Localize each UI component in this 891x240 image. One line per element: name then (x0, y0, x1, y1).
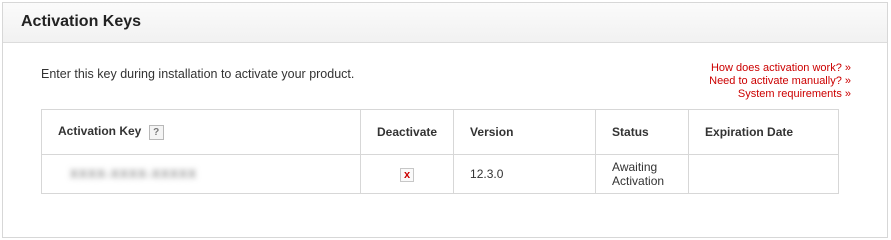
status-value: Awaiting Activation (612, 160, 665, 188)
how-activation-works-link[interactable]: How does activation work? » (709, 62, 851, 75)
activation-key-cell: XXXX-XXXX-XXXXX (41, 154, 361, 194)
version-cell: 12.3.0 (453, 154, 597, 194)
activation-keys-table: Activation Key ? Deactivate Version Stat… (41, 109, 839, 194)
expiration-date-cell (688, 154, 839, 194)
table-header-row: Activation Key ? Deactivate Version Stat… (41, 109, 839, 155)
intro-text: Enter this key during installation to ac… (41, 67, 355, 81)
deactivate-button[interactable]: x (400, 167, 415, 182)
column-header-deactivate: Deactivate (359, 109, 455, 155)
panel-header: Activation Keys (3, 3, 887, 43)
help-links: How does activation work? » Need to acti… (709, 62, 851, 101)
column-header-activation-key: Activation Key ? (41, 109, 361, 155)
activate-manually-link[interactable]: Need to activate manually? » (709, 75, 851, 88)
panel-title: Activation Keys (21, 13, 142, 30)
system-requirements-link[interactable]: System requirements » (709, 88, 851, 101)
column-header-label: Activation Key (58, 124, 142, 139)
column-header-version: Version (453, 109, 597, 155)
status-cell: Awaiting Activation (595, 154, 690, 194)
deactivate-cell: x (359, 154, 455, 194)
column-header-expiration-date: Expiration Date (688, 109, 839, 155)
column-header-status: Status (595, 109, 690, 155)
table-row: XXXX-XXXX-XXXXX x 12.3.0 Awaiting Activa… (41, 154, 839, 194)
activation-key-value: XXXX-XXXX-XXXXX (70, 167, 198, 181)
help-icon[interactable]: ? (148, 124, 164, 140)
